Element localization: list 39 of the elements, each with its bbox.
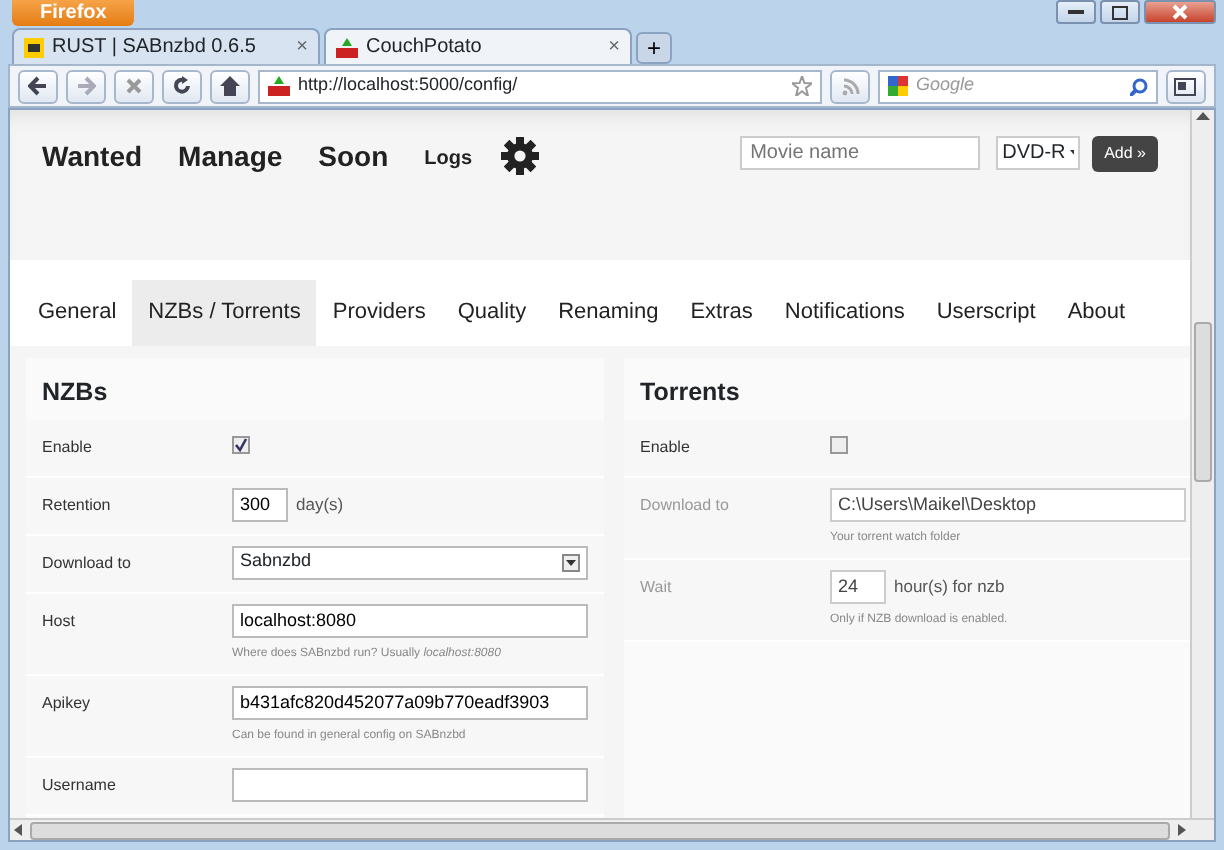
field-label: Download to: [640, 493, 731, 517]
field-label: Username: [42, 773, 118, 797]
nav-link[interactable]: Wanted: [42, 136, 143, 178]
field-label: Enable: [640, 435, 692, 459]
input-field[interactable]: b431afc820d452077a09b770eadf3903: [232, 685, 588, 719]
tab-close-button[interactable]: ×: [296, 32, 308, 62]
browser-tab[interactable]: CouchPotato ×: [324, 28, 632, 64]
tab-close-button[interactable]: ×: [608, 32, 620, 62]
settings-tab[interactable]: Renaming: [542, 280, 675, 345]
section-title: Torrents: [640, 377, 742, 407]
settings-tab[interactable]: About: [1051, 280, 1142, 345]
nav-link[interactable]: Soon: [318, 136, 389, 178]
settings-tab[interactable]: Notifications: [768, 280, 921, 345]
field-label: Apikey: [42, 691, 93, 715]
new-tab-button[interactable]: +: [636, 32, 672, 64]
field-label: Host: [42, 609, 77, 633]
nav-link[interactable]: Manage: [178, 136, 283, 178]
quality-select[interactable]: DVD-R: [996, 136, 1081, 170]
address-bar[interactable]: http://localhost:5000/config/: [258, 69, 822, 103]
input-field[interactable]: localhost:8080: [232, 603, 588, 637]
settings-tab[interactable]: Extras: [674, 280, 769, 345]
movie-name-field[interactable]: Movie name: [740, 136, 981, 170]
unit-label: day(s): [296, 491, 344, 517]
nav-link[interactable]: Logs: [424, 144, 473, 174]
field-label: Retention: [42, 493, 113, 517]
browser-tab[interactable]: RUST | SABnzbd 0.6.5 ×: [12, 28, 320, 64]
settings-tab[interactable]: Providers: [316, 280, 442, 345]
field-label: Download to: [42, 551, 133, 575]
input-field[interactable]: 300: [232, 487, 288, 521]
add-button[interactable]: Add »: [1092, 136, 1158, 172]
field-label: Wait: [640, 575, 674, 599]
unit-label: hour(s) for nzb: [894, 573, 1005, 599]
settings-tab[interactable]: NZBs / Torrents: [132, 280, 317, 345]
field-label: Enable: [42, 435, 94, 459]
dropdown[interactable]: Sabnzbd: [232, 545, 588, 579]
settings-tab[interactable]: General: [22, 280, 133, 345]
settings-tab[interactable]: Quality: [441, 280, 543, 345]
section-title: NZBs: [42, 377, 110, 407]
settings-tab[interactable]: Userscript: [920, 280, 1052, 345]
